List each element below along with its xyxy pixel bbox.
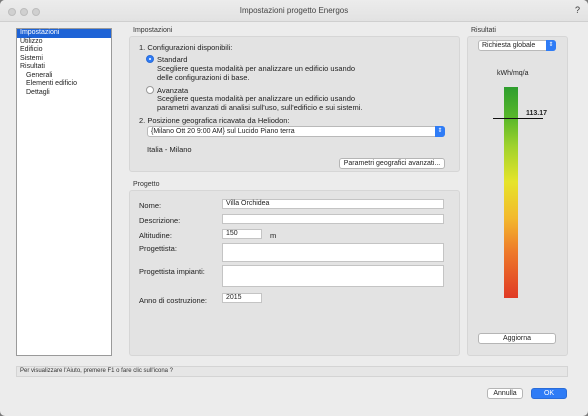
nome-input[interactable]: Villa Orchidea	[222, 199, 444, 209]
help-button[interactable]: ?	[575, 5, 580, 15]
cancel-button[interactable]: Annulla	[487, 388, 523, 399]
geo-params-button[interactable]: Parametri geografici avanzati...	[339, 158, 445, 169]
standard-description: Scegliere questa modalità per analizzare…	[157, 64, 356, 73]
altitudine-unit: m	[270, 231, 277, 240]
risultati-select[interactable]: Richiesta globale ⇕	[478, 40, 556, 51]
chevron-updown-icon: ⇕	[435, 126, 445, 137]
standard-description-2: delle configurazioni di base.	[157, 73, 250, 82]
position-select-value: {Milano Ott 20 9:00 AM} sul Lucido Piano…	[151, 128, 295, 135]
nome-label: Nome:	[139, 201, 162, 210]
chevron-updown-icon: ⇕	[546, 40, 556, 51]
sidebar-item-impostazioni[interactable]: Impostazioni	[17, 29, 111, 38]
position-select[interactable]: {Milano Ott 20 9:00 AM} sul Lucido Piano…	[147, 126, 445, 137]
risultati-section-label: Risultati	[471, 27, 496, 34]
title-bar: Impostazioni progetto Energos ?	[0, 0, 588, 22]
sidebar-item-dettagli[interactable]: Dettagli	[17, 89, 111, 98]
settings-window: Impostazioni progetto Energos ? Impostaz…	[0, 0, 588, 416]
energy-value: 113.17	[526, 110, 548, 117]
impostazioni-section-label: Impostazioni	[133, 27, 173, 34]
avanzata-radio[interactable]	[146, 86, 154, 94]
altitudine-label: Altitudine:	[139, 231, 172, 240]
progettista-impianti-textarea[interactable]	[222, 265, 444, 287]
descrizione-input[interactable]	[222, 214, 444, 224]
sidebar-item-edificio[interactable]: Edificio	[17, 46, 111, 55]
standard-radio[interactable]	[146, 55, 154, 63]
ok-button[interactable]: OK	[531, 388, 567, 399]
sidebar-item-sistemi[interactable]: Sistemi	[17, 55, 111, 64]
window-title: Impostazioni progetto Energos	[239, 6, 349, 15]
descrizione-label: Descrizione:	[139, 216, 181, 225]
sidebar-item-utilizzo[interactable]: Utilizzo	[17, 38, 111, 47]
sidebar-item-risultati[interactable]: Risultati	[17, 63, 111, 72]
altitudine-input[interactable]: 150	[222, 229, 262, 239]
anno-label: Anno di costruzione:	[139, 296, 207, 305]
progettista-impianti-label: Progettista impianti:	[139, 267, 205, 276]
avanzata-description: Scegliere questa modalità per analizzare…	[157, 94, 356, 103]
progettista-textarea[interactable]	[222, 243, 444, 262]
aggiorna-button[interactable]: Aggiorna	[478, 333, 556, 344]
config-label: 1. Configurazioni disponibili:	[139, 43, 233, 52]
standard-label: Standard	[157, 55, 188, 64]
energy-value-marker	[493, 118, 543, 119]
progettista-label: Progettista:	[139, 244, 177, 253]
location-text: Italia - Milano	[147, 145, 192, 154]
risultati-select-value: Richiesta globale	[482, 42, 536, 49]
sidebar-item-elementi-edificio[interactable]: Elementi edificio	[17, 80, 111, 89]
settings-sidebar: Impostazioni Utilizzo Edificio Sistemi R…	[16, 28, 112, 356]
anno-input[interactable]: 2015	[222, 293, 262, 303]
status-bar: Per visualizzare l'Aiuto, premere F1 o f…	[16, 366, 568, 377]
energy-unit-label: kWh/mq/a	[497, 70, 529, 77]
sidebar-item-generali[interactable]: Generali	[17, 72, 111, 81]
progetto-section-label: Progetto	[133, 181, 160, 188]
position-label: 2. Posizione geografica ricavata da Heli…	[139, 116, 290, 125]
avanzata-description-2: parametri avanzati di analisi sull'uso, …	[157, 103, 363, 112]
